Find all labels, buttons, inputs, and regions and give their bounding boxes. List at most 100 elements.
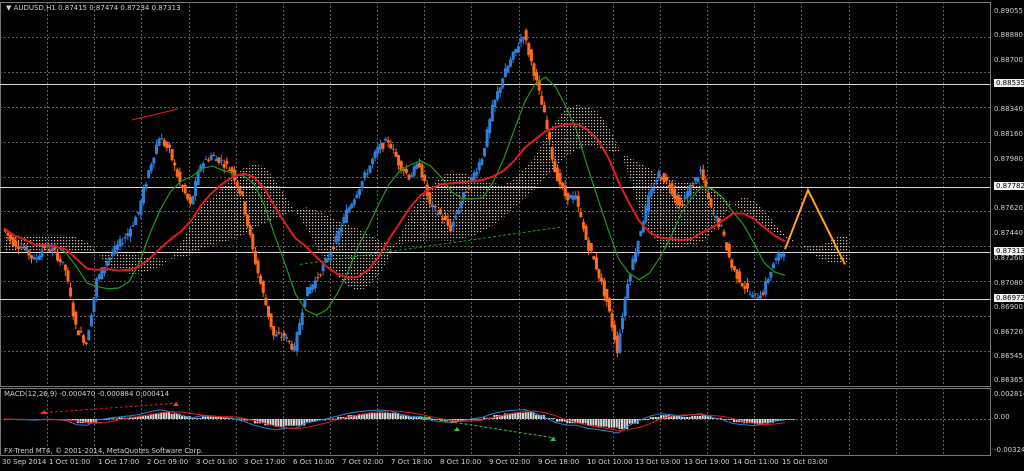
candle-body bbox=[371, 158, 375, 165]
candle-body bbox=[209, 155, 213, 160]
macd-bar bbox=[305, 419, 308, 422]
candle-body bbox=[628, 274, 632, 282]
candle-body bbox=[480, 159, 484, 165]
macd-bar bbox=[147, 415, 150, 419]
candle-body bbox=[389, 143, 393, 149]
candle-body bbox=[584, 226, 588, 240]
candle-body bbox=[566, 192, 570, 201]
candle-body bbox=[769, 271, 773, 278]
macd-bar bbox=[594, 419, 597, 426]
candle-body bbox=[113, 246, 117, 254]
chart-window[interactable]: ▼ AUDUSD,H1 0.87415 0.87474 0.87234 0.87… bbox=[0, 0, 1024, 469]
candle-body bbox=[238, 188, 242, 194]
candle-body bbox=[326, 257, 330, 261]
candle-body bbox=[391, 148, 395, 150]
candle-body bbox=[644, 205, 648, 222]
candle-body bbox=[430, 204, 434, 208]
grid-lines bbox=[0, 2, 990, 455]
candle-body bbox=[449, 224, 453, 232]
candle-body bbox=[319, 274, 323, 276]
candle-body bbox=[665, 176, 669, 181]
candle-body bbox=[675, 195, 679, 205]
candle-body bbox=[719, 225, 723, 227]
candle-body bbox=[259, 275, 263, 284]
macd-bar bbox=[279, 419, 282, 427]
macd-bar bbox=[524, 412, 527, 419]
macd-bar bbox=[373, 413, 376, 419]
macd-bar bbox=[592, 419, 595, 426]
macd-bar bbox=[295, 419, 298, 426]
candle-body bbox=[95, 278, 99, 297]
candle-body bbox=[71, 302, 75, 317]
dropdown-triangle-icon[interactable]: ▼ bbox=[6, 4, 11, 12]
candle-body bbox=[404, 169, 408, 173]
candle-body bbox=[350, 203, 354, 209]
candle-body bbox=[183, 184, 187, 194]
candle-body bbox=[683, 196, 687, 200]
candle-body bbox=[490, 105, 494, 122]
macd-bar bbox=[607, 419, 610, 428]
candle-body bbox=[688, 184, 692, 196]
macd-signal-arrow-icon bbox=[173, 402, 179, 406]
macd-bar bbox=[527, 412, 530, 419]
macd-bar bbox=[652, 416, 655, 419]
macd-histogram bbox=[4, 412, 795, 429]
candle-body bbox=[438, 209, 442, 215]
macd-bar bbox=[704, 415, 707, 419]
candle-body bbox=[175, 169, 179, 177]
candle-body bbox=[428, 192, 432, 204]
candle-body bbox=[37, 255, 41, 260]
candle-body bbox=[157, 138, 161, 146]
candle-body bbox=[673, 189, 677, 199]
candle-body bbox=[782, 253, 786, 257]
candle-body bbox=[53, 247, 57, 250]
candle-body bbox=[292, 345, 296, 351]
macd-bar bbox=[613, 419, 616, 428]
candle-body bbox=[332, 246, 336, 250]
candle-body bbox=[63, 264, 67, 271]
candle-body bbox=[11, 237, 15, 246]
symbol-info: ▼ AUDUSD,H1 0.87415 0.87474 0.87234 0.87… bbox=[6, 4, 181, 12]
macd-bar bbox=[394, 413, 397, 419]
candle-body bbox=[597, 268, 601, 279]
candle-body bbox=[652, 188, 656, 191]
candle-body bbox=[92, 297, 96, 313]
candle-body bbox=[154, 144, 158, 155]
candle-body bbox=[509, 59, 513, 67]
time-axis-label: 7 Oct 02:00 bbox=[342, 458, 384, 466]
candle-body bbox=[662, 173, 666, 183]
candle-body bbox=[339, 227, 343, 233]
candle-body bbox=[397, 155, 401, 166]
macd-bar bbox=[680, 417, 683, 419]
candle-body bbox=[686, 191, 690, 198]
candle-body bbox=[285, 336, 289, 339]
macd-bar bbox=[332, 418, 335, 420]
macd-bar bbox=[477, 418, 480, 420]
candle-body bbox=[587, 240, 591, 251]
candle-body bbox=[311, 284, 315, 290]
price-axis-label: 0.86972 bbox=[994, 293, 1024, 302]
candle-body bbox=[61, 261, 65, 263]
candle-body bbox=[316, 277, 320, 279]
macd-bar bbox=[277, 419, 280, 427]
macd-bar bbox=[620, 419, 623, 429]
candle-body bbox=[725, 242, 729, 251]
candle-body bbox=[384, 138, 388, 141]
macd-bar bbox=[264, 419, 267, 426]
candle-body bbox=[110, 253, 114, 256]
candle-body bbox=[308, 287, 312, 294]
price-chart-svg[interactable] bbox=[0, 0, 1024, 469]
candle-body bbox=[532, 63, 536, 76]
candle-body bbox=[459, 201, 463, 209]
macd-bar bbox=[561, 419, 564, 422]
candle-body bbox=[496, 91, 500, 100]
candle-body bbox=[269, 313, 273, 328]
macd-bar bbox=[675, 415, 678, 419]
candle-body bbox=[764, 281, 768, 295]
candle-body bbox=[87, 330, 91, 341]
candle-body bbox=[626, 283, 630, 299]
candle-body bbox=[511, 51, 515, 60]
candle-body bbox=[550, 146, 554, 160]
candle-body bbox=[527, 43, 531, 55]
candle-body bbox=[540, 96, 544, 105]
